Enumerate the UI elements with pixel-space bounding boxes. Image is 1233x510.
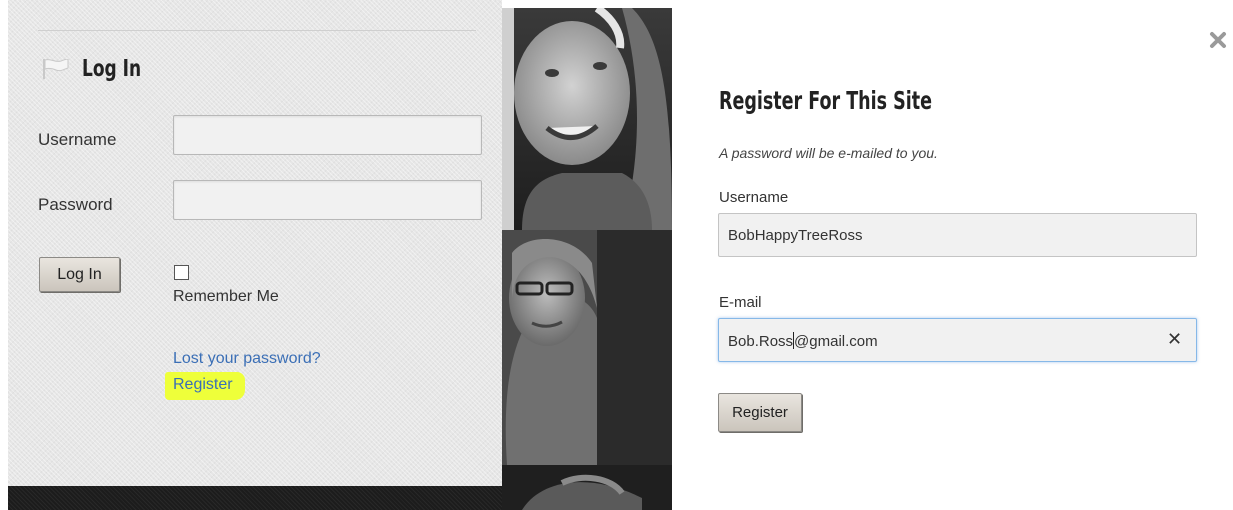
photo-collage xyxy=(502,8,672,510)
register-title: Register For This Site xyxy=(719,86,932,115)
remember-me-label: Remember Me xyxy=(173,288,279,305)
login-button[interactable]: Log In xyxy=(39,257,120,292)
register-username-label: Username xyxy=(719,189,789,206)
register-email-label: E-mail xyxy=(719,294,762,311)
close-icon[interactable] xyxy=(1209,31,1227,49)
photo-strip xyxy=(502,8,672,510)
email-text-after-caret: @gmail.com xyxy=(794,333,878,350)
register-link[interactable]: Register xyxy=(165,372,245,400)
login-panel xyxy=(0,0,502,510)
password-label: Password xyxy=(38,195,113,214)
register-button[interactable]: Register xyxy=(718,393,802,432)
login-title: Log In xyxy=(82,56,142,82)
username-label: Username xyxy=(38,130,117,149)
register-username-input[interactable]: BobHappyTreeRoss xyxy=(718,213,1197,257)
footer-band xyxy=(8,486,502,510)
panel-edge xyxy=(0,0,8,510)
register-note: A password will be e-mailed to you. xyxy=(719,145,938,161)
flag-icon xyxy=(43,59,69,79)
password-input[interactable] xyxy=(173,180,482,220)
username-input[interactable] xyxy=(173,115,482,155)
email-text-before-caret: Bob.Ross xyxy=(728,333,794,350)
register-email-input[interactable]: Bob.Ross@gmail.com xyxy=(718,318,1197,362)
remember-me-checkbox[interactable] xyxy=(174,265,189,280)
lost-password-link[interactable]: Lost your password? xyxy=(173,350,321,368)
divider xyxy=(38,30,476,31)
clear-icon[interactable]: ✕ xyxy=(1167,330,1183,348)
